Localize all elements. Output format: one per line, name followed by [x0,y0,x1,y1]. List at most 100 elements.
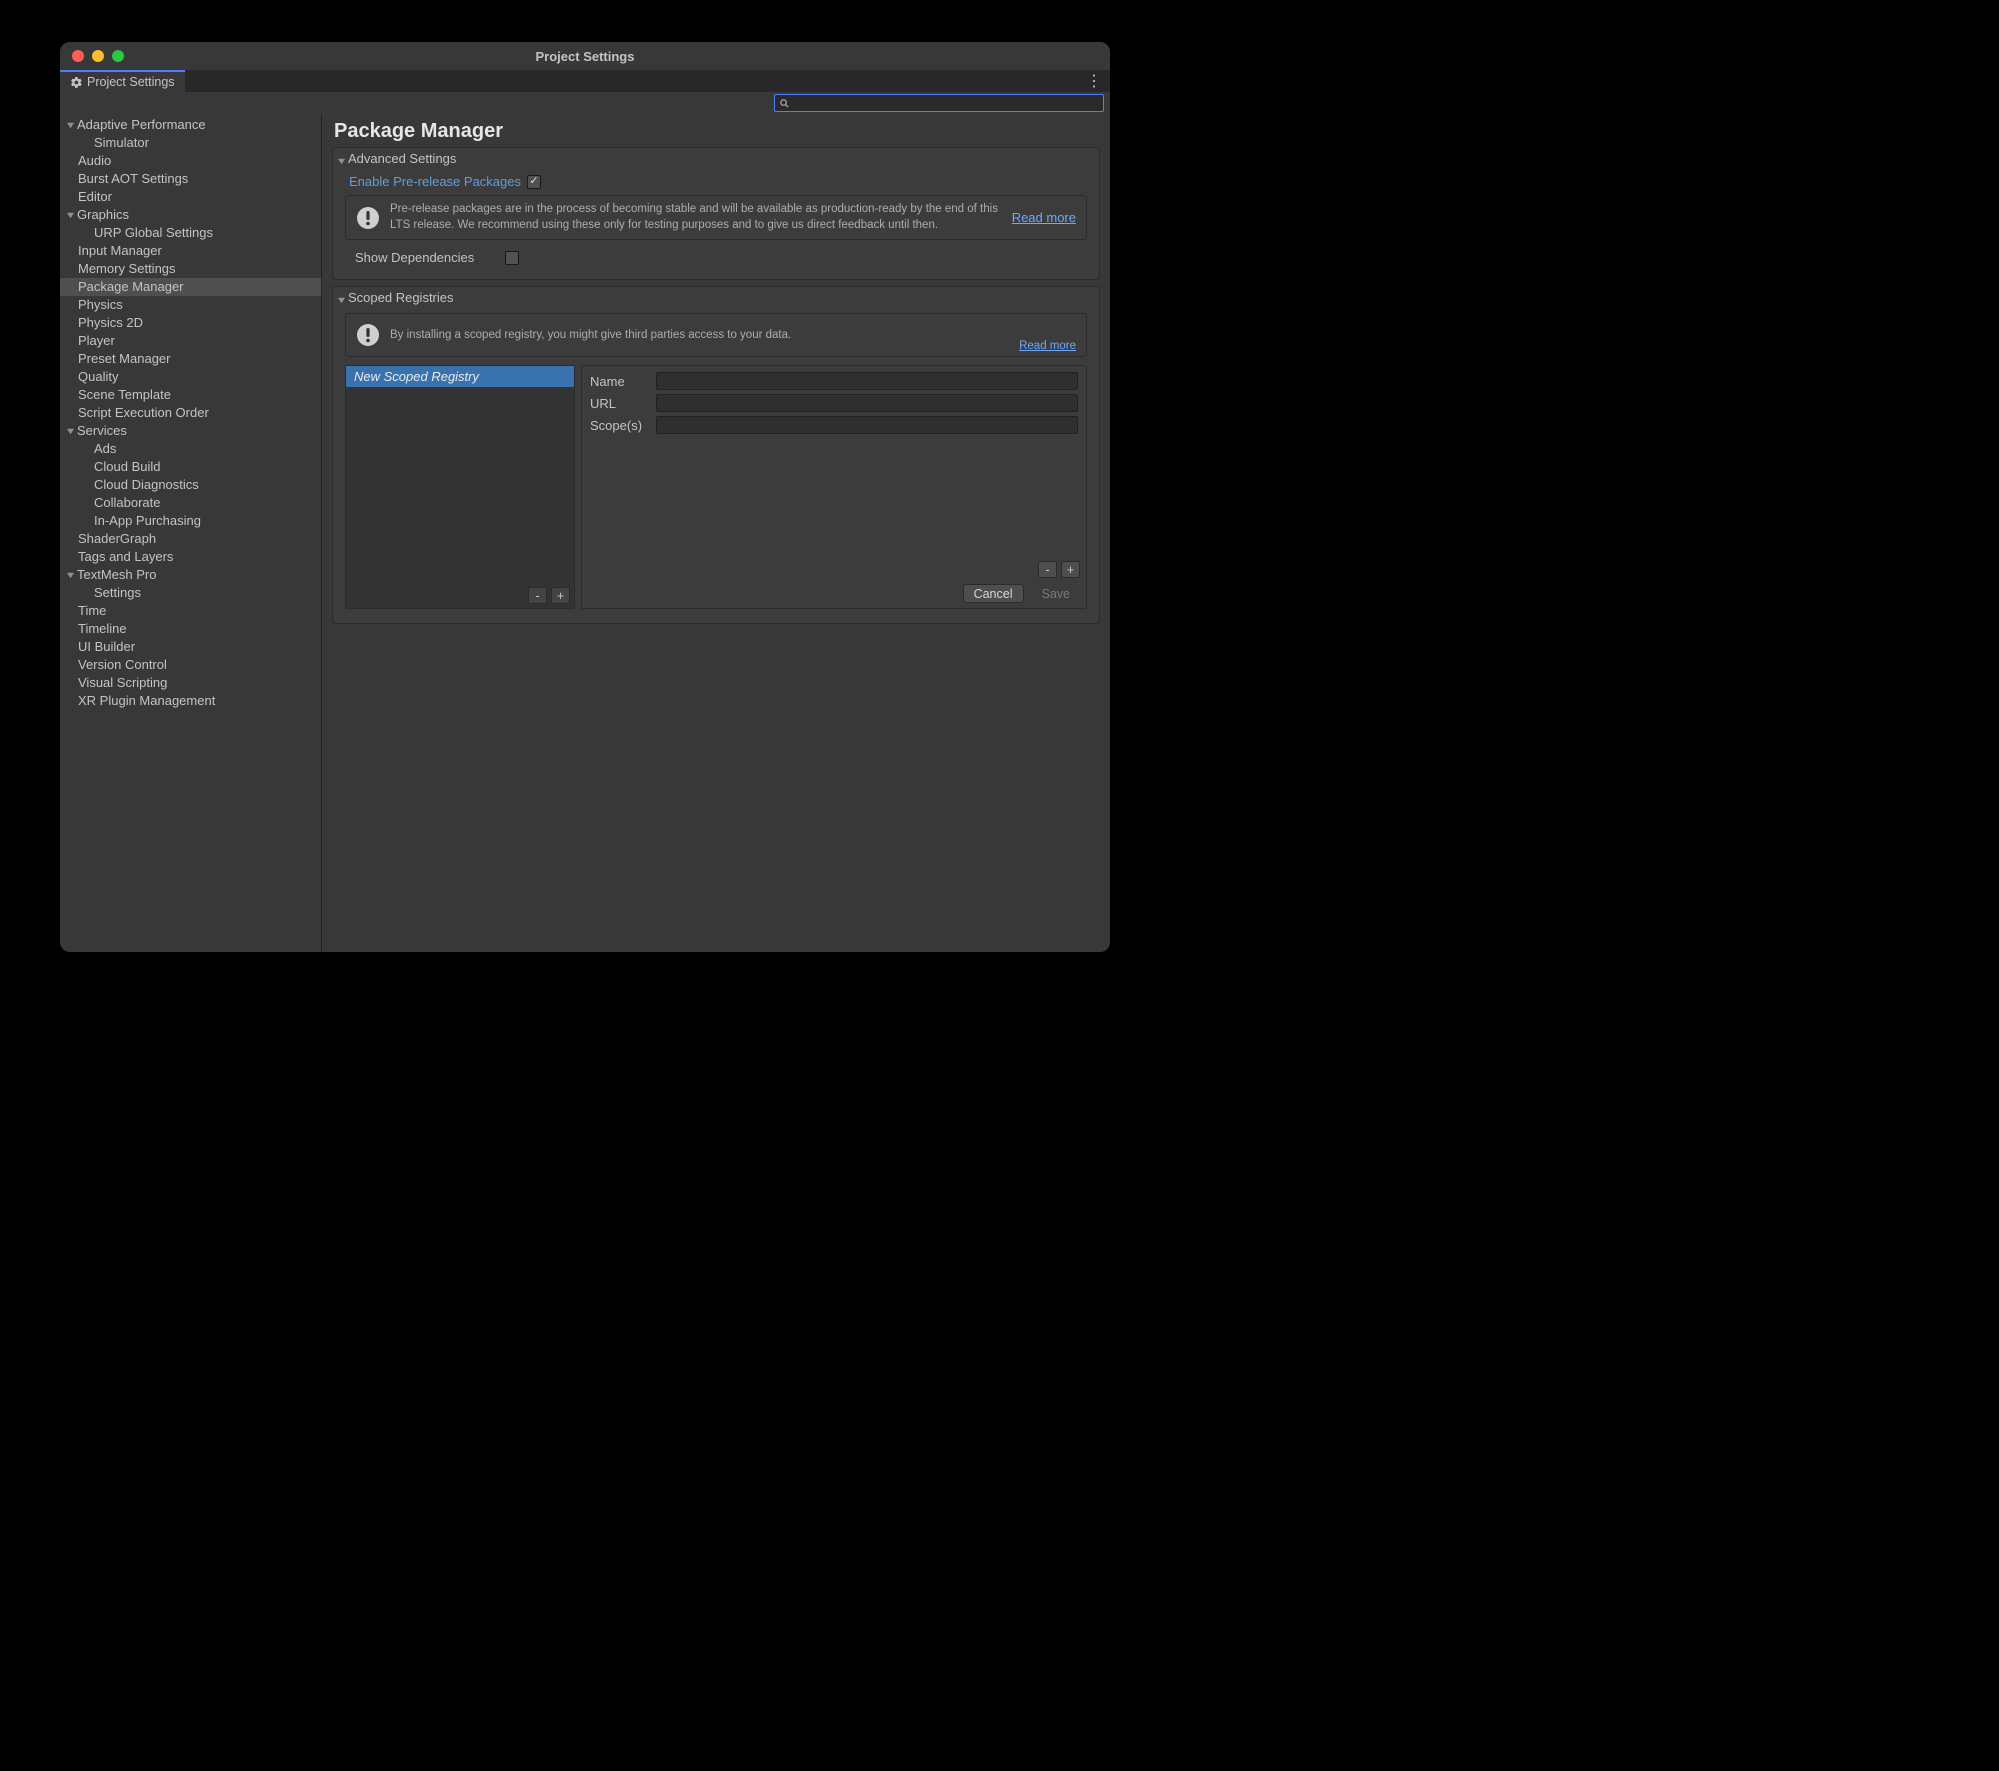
add-scope-button[interactable]: + [1061,561,1080,578]
traffic-lights [60,50,124,62]
sidebar-item-graphics[interactable]: Graphics [60,206,321,224]
gear-icon [70,76,83,89]
warning-icon [356,323,380,347]
sidebar-item-in-app-purchasing[interactable]: In-App Purchasing [60,512,321,530]
sidebar-item-package-manager[interactable]: Package Manager [60,278,321,296]
sidebar-item-memory-settings[interactable]: Memory Settings [60,260,321,278]
sidebar-item-label: Memory Settings [78,260,176,278]
sidebar-item-urp-global-settings[interactable]: URP Global Settings [60,224,321,242]
sidebar-item-preset-manager[interactable]: Preset Manager [60,350,321,368]
sidebar-item-burst-aot-settings[interactable]: Burst AOT Settings [60,170,321,188]
sidebar-item-quality[interactable]: Quality [60,368,321,386]
registry-url-input[interactable] [656,394,1078,412]
close-window-button[interactable] [72,50,84,62]
sidebar-item-label: Cloud Build [94,458,161,476]
tab-label: Project Settings [87,75,175,89]
registry-list-item[interactable]: New Scoped Registry [346,366,574,387]
window-title: Project Settings [60,49,1110,64]
scoped-registries-header[interactable]: Scoped Registries [333,287,1099,307]
sidebar-item-cloud-build[interactable]: Cloud Build [60,458,321,476]
remove-registry-button[interactable]: - [528,587,547,604]
sidebar-item-textmesh-pro[interactable]: TextMesh Pro [60,566,321,584]
sidebar-item-label: Version Control [78,656,167,674]
sidebar-item-label: Graphics [77,206,129,224]
sidebar-item-label: Simulator [94,134,149,152]
sidebar-item-script-execution-order[interactable]: Script Execution Order [60,404,321,422]
sidebar-item-label: Physics [78,296,123,314]
search-row [60,92,1110,114]
tab-options-menu[interactable]: ⋮ [1086,70,1102,92]
sidebar-item-timeline[interactable]: Timeline [60,620,321,638]
warning-icon [356,206,380,230]
prerelease-read-more-link[interactable]: Read more [1012,210,1076,225]
sidebar-item-label: In-App Purchasing [94,512,201,530]
scoped-read-more-link[interactable]: Read more [1019,340,1076,352]
foldout-arrow-icon [66,571,75,580]
sidebar-item-label: Package Manager [78,278,184,296]
sidebar-item-ads[interactable]: Ads [60,440,321,458]
sidebar-item-label: Cloud Diagnostics [94,476,199,494]
sidebar-item-settings[interactable]: Settings [60,584,321,602]
search-icon [777,96,791,110]
sidebar-item-label: Timeline [78,620,127,638]
search-field[interactable] [774,94,1104,112]
maximize-window-button[interactable] [112,50,124,62]
sidebar-item-label: Visual Scripting [78,674,167,692]
sidebar-item-label: Player [78,332,115,350]
scoped-info-box: By installing a scoped registry, you mig… [345,313,1087,357]
minimize-window-button[interactable] [92,50,104,62]
registry-list[interactable]: New Scoped Registry - + [345,365,575,609]
cancel-button[interactable]: Cancel [963,584,1024,603]
remove-scope-button[interactable]: - [1038,561,1057,578]
tab-project-settings[interactable]: Project Settings [60,70,185,92]
sidebar-item-editor[interactable]: Editor [60,188,321,206]
add-registry-button[interactable]: + [551,587,570,604]
sidebar-item-physics-2d[interactable]: Physics 2D [60,314,321,332]
sidebar-item-label: Time [78,602,106,620]
registry-scope-input[interactable] [656,416,1078,434]
registry-url-label: URL [590,396,656,411]
registry-area: New Scoped Registry - + Name [343,365,1089,615]
sidebar-item-visual-scripting[interactable]: Visual Scripting [60,674,321,692]
sidebar-item-player[interactable]: Player [60,332,321,350]
sidebar-item-time[interactable]: Time [60,602,321,620]
advanced-settings-header[interactable]: Advanced Settings [333,148,1099,168]
sidebar-item-scene-template[interactable]: Scene Template [60,386,321,404]
prerelease-info-box: Pre-release packages are in the process … [345,195,1087,240]
sidebar-item-label: Quality [78,368,118,386]
project-settings-window: Project Settings Project Settings ⋮ Adap… [60,42,1110,952]
page-title: Package Manager [334,120,1100,143]
sidebar-item-input-manager[interactable]: Input Manager [60,242,321,260]
enable-prerelease-row: Enable Pre-release Packages [343,172,1089,195]
titlebar: Project Settings [60,42,1110,70]
scope-buttons: - + [1038,561,1080,578]
sidebar-item-shadergraph[interactable]: ShaderGraph [60,530,321,548]
sidebar-item-ui-builder[interactable]: UI Builder [60,638,321,656]
settings-sidebar[interactable]: Adaptive PerformanceSimulatorAudioBurst … [60,114,322,952]
sidebar-item-audio[interactable]: Audio [60,152,321,170]
foldout-arrow-icon [66,427,75,436]
sidebar-item-cloud-diagnostics[interactable]: Cloud Diagnostics [60,476,321,494]
sidebar-item-tags-and-layers[interactable]: Tags and Layers [60,548,321,566]
sidebar-item-label: UI Builder [78,638,135,656]
registry-name-input[interactable] [656,372,1078,390]
sidebar-item-label: Audio [78,152,111,170]
sidebar-item-simulator[interactable]: Simulator [60,134,321,152]
sidebar-item-adaptive-performance[interactable]: Adaptive Performance [60,116,321,134]
sidebar-item-physics[interactable]: Physics [60,296,321,314]
sidebar-item-services[interactable]: Services [60,422,321,440]
sidebar-item-label: URP Global Settings [94,224,213,242]
save-button[interactable]: Save [1032,584,1081,603]
show-dependencies-checkbox[interactable] [505,251,519,265]
sidebar-item-label: Burst AOT Settings [78,170,188,188]
registry-name-label: Name [590,374,656,389]
sidebar-item-collaborate[interactable]: Collaborate [60,494,321,512]
advanced-settings-panel: Advanced Settings Enable Pre-release Pac… [332,147,1100,280]
foldout-arrow-icon [66,121,75,130]
show-dependencies-row: Show Dependencies [343,246,1089,271]
scoped-registries-label: Scoped Registries [348,290,454,305]
enable-prerelease-checkbox[interactable] [527,175,541,189]
search-input[interactable] [793,96,1103,110]
sidebar-item-version-control[interactable]: Version Control [60,656,321,674]
sidebar-item-xr-plugin-management[interactable]: XR Plugin Management [60,692,321,710]
